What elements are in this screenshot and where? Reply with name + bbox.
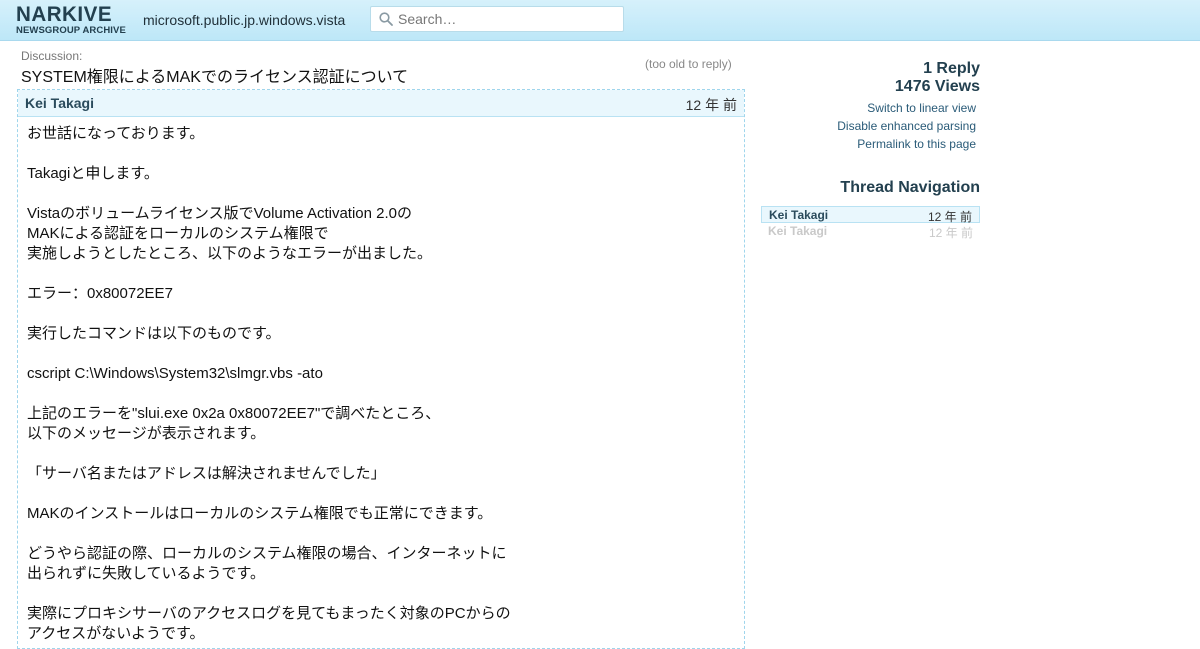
message-line: エラー：0x80072EE7 bbox=[27, 285, 173, 302]
thread-navigation-title: Thread Navigation bbox=[840, 179, 980, 196]
message-line: アクセスがないようです。 bbox=[27, 625, 205, 642]
message-line bbox=[27, 484, 511, 504]
newsgroup-link[interactable]: microsoft.public.jp.windows.vista bbox=[143, 12, 345, 28]
message-header: Kei Takagi 12 年 前 bbox=[18, 90, 744, 117]
thread-nav-item[interactable]: Kei Takagi 12 年 前 bbox=[761, 206, 980, 224]
thread-nav-author: Kei Takagi bbox=[768, 224, 828, 238]
search-icon bbox=[379, 12, 393, 26]
message-line bbox=[27, 344, 511, 364]
permalink-link[interactable]: Permalink to this page bbox=[837, 135, 976, 153]
message-line: どうやら認証の際、ローカルのシステム権限の場合、インターネットに bbox=[27, 545, 507, 562]
thread-nav-author: Kei Takagi bbox=[769, 208, 829, 222]
logo-main-text: NARKIVE bbox=[16, 3, 113, 26]
message-time: 12 年 前 bbox=[685, 97, 737, 113]
message-line: cscript C:\Windows\System32\slmgr.vbs -a… bbox=[27, 365, 323, 382]
message-line: 「サーバ名またはアドレスは解決されませんでした」 bbox=[27, 465, 386, 482]
message-line: Takagiと申します。 bbox=[27, 165, 159, 182]
message-line: 上記のエラーを"slui.exe 0x2a 0x80072EE7"で調べたところ… bbox=[27, 405, 441, 422]
thread-stats: 1 Reply 1476 Views bbox=[895, 60, 980, 96]
message-line: MAKのインストールはローカルのシステム権限でも正常にできます。 bbox=[27, 505, 493, 522]
message-line bbox=[27, 524, 511, 544]
message-author[interactable]: Kei Takagi bbox=[25, 95, 94, 111]
message-line bbox=[27, 264, 511, 284]
message-line bbox=[27, 444, 511, 464]
message-line: Vistaのボリュームライセンス版でVolume Activation 2.0の bbox=[27, 205, 413, 222]
message-panel: Kei Takagi 12 年 前 お世話になっております。 Takagiと申しま… bbox=[17, 89, 745, 649]
message-line: 以下のメッセージが表示されます。 bbox=[27, 425, 266, 442]
message-body: お世話になっております。 Takagiと申します。 Vistaのボリュームライセンス… bbox=[27, 124, 511, 644]
message-line: 実施しようとしたところ、以下のようなエラーが出ました。 bbox=[27, 245, 433, 262]
message-line: 出られずに失敗しているようです。 bbox=[27, 565, 266, 582]
logo-sub-text: NEWSGROUP ARCHIVE bbox=[16, 25, 126, 36]
discussion-label: Discussion: bbox=[21, 49, 83, 63]
switch-linear-view-link[interactable]: Switch to linear view bbox=[837, 99, 976, 117]
thread-nav-time: 12 年 前 bbox=[928, 226, 973, 240]
message-line bbox=[27, 384, 511, 404]
thread-navigation-list: Kei Takagi 12 年 前 Kei Takagi 12 年 前 bbox=[761, 206, 980, 240]
message-line: 実際にプロキシサーバのアクセスログを見てもまったく対象のPCからの bbox=[27, 605, 511, 622]
message-line bbox=[27, 584, 511, 604]
message-line bbox=[27, 184, 511, 204]
discussion-title: SYSTEM権限によるMAKでのライセンス認証について bbox=[21, 69, 409, 86]
thread-nav-item[interactable]: Kei Takagi 12 年 前 bbox=[761, 223, 980, 240]
message-line bbox=[27, 304, 511, 324]
sidebar-links: Switch to linear view Disable enhanced p… bbox=[837, 99, 976, 153]
search-input[interactable] bbox=[398, 9, 618, 29]
reply-count: 1 Reply bbox=[923, 60, 980, 77]
search-box[interactable] bbox=[370, 6, 624, 32]
too-old-note: (too old to reply) bbox=[645, 57, 732, 71]
message-line bbox=[27, 144, 511, 164]
message-line: お世話になっております。 bbox=[27, 125, 205, 142]
message-line: 実行したコマンドは以下のものです。 bbox=[27, 325, 281, 342]
disable-enhanced-parsing-link[interactable]: Disable enhanced parsing bbox=[837, 117, 976, 135]
top-bar: NARKIVE NEWSGROUP ARCHIVE microsoft.publ… bbox=[0, 0, 1200, 41]
view-count: 1476 Views bbox=[894, 78, 980, 95]
narkive-logo[interactable]: NARKIVE NEWSGROUP ARCHIVE bbox=[16, 4, 126, 36]
message-line: MAKによる認証をローカルのシステム権限で bbox=[27, 225, 329, 242]
